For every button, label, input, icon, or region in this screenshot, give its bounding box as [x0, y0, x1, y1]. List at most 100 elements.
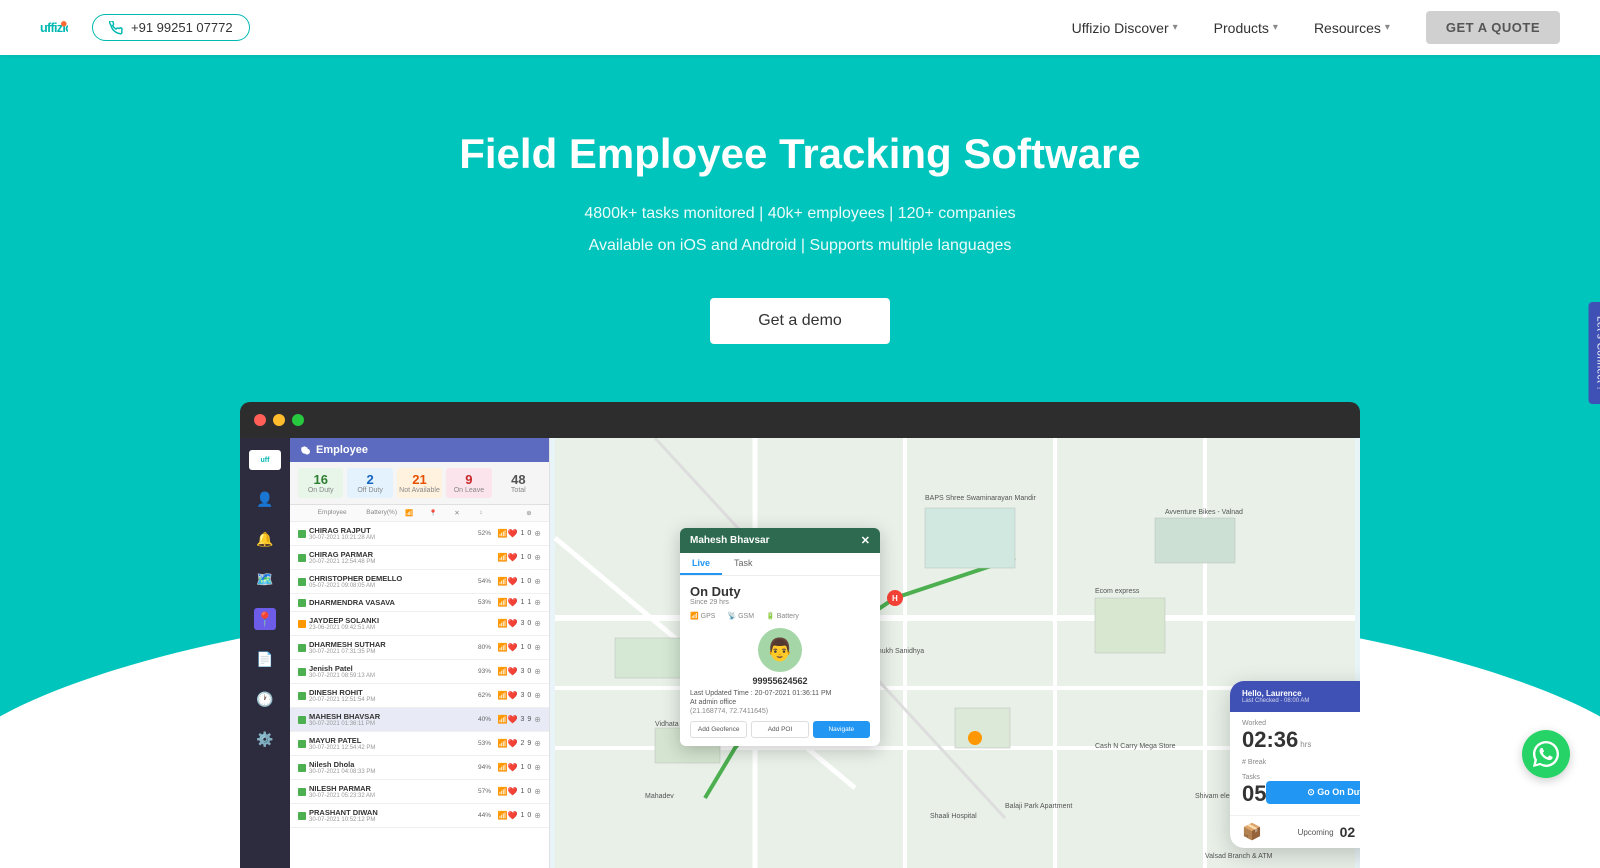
browser-maximize-dot: [292, 414, 304, 426]
svg-text:Balaji Park Apartment: Balaji Park Apartment: [1005, 803, 1072, 810]
add-geofence-button[interactable]: Add Geofence: [690, 721, 747, 738]
status-dot: [298, 716, 306, 724]
svg-text:Avventure Bikes - Valnad: Avventure Bikes - Valnad: [1165, 509, 1243, 516]
panel-label: Employee: [316, 444, 368, 456]
employee-columns: Employee Battery(%) 📶 📍 ✕ ↕ ⊕: [290, 505, 549, 522]
hero-section: Field Employee Tracking Software 4800k+ …: [0, 0, 1600, 808]
get-quote-button[interactable]: GET A QUOTE: [1426, 11, 1560, 44]
status-dot: [298, 620, 306, 628]
list-item[interactable]: CHRISTOPHER DEMELLO 05-07-2021 09:08:05 …: [290, 570, 549, 594]
list-item-selected[interactable]: MAHESH BHAVSAR 30-07-2021 01:36:11 PM 40…: [290, 708, 549, 732]
upcoming-row: 📦 Upcoming 02 View: [1230, 815, 1360, 848]
svg-text:H: H: [892, 594, 898, 603]
browser-body: uff 👤 🔔 🗺️ 📍 📄 🕐 ⚙️ Employee 16 O: [240, 438, 1360, 868]
sidebar-icon-location[interactable]: 📍: [254, 608, 276, 630]
list-item[interactable]: DHARMENDRA VASAVA 53% 📶❤️ 11 ⊕: [290, 594, 549, 612]
chevron-down-icon: ▾: [1273, 22, 1278, 33]
whatsapp-button[interactable]: [1522, 730, 1570, 778]
gps-indicator: 📶 GPS: [690, 612, 715, 620]
duty-status: On Duty: [690, 584, 870, 599]
stat-not-available: 21 Not Available: [397, 468, 442, 498]
list-item[interactable]: JAYDEEP SOLANKI 23-06-2021 09:42:51 AM 📶…: [290, 612, 549, 636]
employee-popup: Mahesh Bhavsar ✕ Live Task On Duty Since…: [680, 528, 880, 746]
popup-indicators: 📶 GPS 📡 GSM 🔋 Battery: [690, 612, 870, 620]
popup-tabs: Live Task: [680, 553, 880, 576]
sidebar-icon-document[interactable]: 📄: [254, 648, 276, 670]
list-item[interactable]: CHIRAG PARMAR 20-07-2021 12:54:48 PM 📶❤️…: [290, 546, 549, 570]
popup-last-updated: Last Updated Time : 20-07-2021 01:36:11 …: [690, 690, 870, 697]
sidebar-icon-map[interactable]: 🗺️: [254, 568, 276, 590]
list-item[interactable]: MAYUR PATEL 30-07-2021 12:54:42 PM 53% 📶…: [290, 732, 549, 756]
popup-close-icon[interactable]: ✕: [861, 534, 870, 547]
on-duty-button[interactable]: ⊙ Go On Duty: [1266, 781, 1360, 804]
sidebar-icon-settings[interactable]: ⚙️: [254, 728, 276, 750]
worked-unit: hrs: [1300, 740, 1311, 749]
nav-discover[interactable]: Uffizio Discover ▾: [1072, 20, 1178, 36]
demo-button[interactable]: Get a demo: [710, 298, 890, 344]
connect-tab[interactable]: Let's Connect !: [1589, 302, 1600, 404]
mobile-time-row: Worked 02:36 hrs & Distance 12.5 km: [1242, 720, 1360, 753]
browser-close-dot: [254, 414, 266, 426]
status-dot: [298, 812, 306, 820]
tab-live[interactable]: Live: [680, 553, 722, 575]
employee-panel: Employee 16 On Duty 2 Off Duty 21 Not Av…: [290, 438, 550, 868]
upcoming-number: 02: [1340, 824, 1356, 840]
browser-mockup: uff 👤 🔔 🗺️ 📍 📄 🕐 ⚙️ Employee 16 O: [240, 402, 1360, 868]
browser-chrome: [240, 402, 1360, 438]
upcoming-label: Upcoming: [1298, 828, 1334, 837]
nav-products[interactable]: Products ▾: [1214, 20, 1278, 36]
list-item[interactable]: NILESH PARMAR 30-07-2021 05:23:32 AM 57%…: [290, 780, 549, 804]
gsm-indicator: 📡 GSM: [727, 612, 754, 620]
status-dot: [298, 764, 306, 772]
employee-list[interactable]: CHIRAG RAJPUT 30-07-2021 10:21:28 AM 52%…: [290, 522, 549, 868]
list-item[interactable]: DINESH ROHIT 20-07-2021 12:51:54 PM 62% …: [290, 684, 549, 708]
status-dot: [298, 644, 306, 652]
svg-text:Valsad Branch & ATM: Valsad Branch & ATM: [1205, 853, 1273, 860]
app-sidebar: uff 👤 🔔 🗺️ 📍 📄 🕐 ⚙️: [240, 438, 290, 868]
sidebar-icon-bell[interactable]: 🔔: [254, 528, 276, 550]
sidebar-icon-clock[interactable]: 🕐: [254, 688, 276, 710]
mobile-card-body: Worked 02:36 hrs & Distance 12.5 km: [1230, 712, 1360, 815]
svg-text:Mahadev: Mahadev: [645, 793, 674, 800]
employee-panel-header: Employee: [290, 438, 549, 462]
list-item[interactable]: Nilesh Dhola 30-07-2021 04:08:33 PM 94% …: [290, 756, 549, 780]
sidebar-icon-person[interactable]: 👤: [254, 488, 276, 510]
list-item[interactable]: Jenish Patel 30-07-2021 08:59:13 AM 93% …: [290, 660, 549, 684]
svg-text:Shaali Hospital: Shaali Hospital: [930, 813, 977, 820]
status-dot: [298, 668, 306, 676]
popup-location: At admin office: [690, 699, 870, 706]
popup-header: Mahesh Bhavsar ✕: [680, 528, 880, 553]
svg-text:Cash N Carry Mega Store: Cash N Carry Mega Store: [1095, 743, 1176, 750]
add-poi-button[interactable]: Add POI: [751, 721, 808, 738]
navbar: uffizio +91 99251 07772 Uffizio Discover…: [0, 0, 1600, 55]
popup-phone: 99955624562: [690, 676, 870, 686]
popup-body: On Duty Since 29 hrs 📶 GPS 📡 GSM 🔋 Batte…: [680, 576, 880, 746]
mobile-app-card: Hello, Laurence Last Checked - 08:00 AM …: [1230, 681, 1360, 848]
status-dot: [298, 554, 306, 562]
upcoming-icon: 📦: [1242, 822, 1262, 842]
popup-coords: (21.168774, 72.7411645): [690, 708, 870, 715]
svg-text:Vidhata: Vidhata: [655, 721, 679, 728]
phone-number: +91 99251 07772: [131, 20, 233, 35]
stat-total: 48 Total: [496, 468, 541, 498]
list-item[interactable]: CHIRAG RAJPUT 30-07-2021 10:21:28 AM 52%…: [290, 522, 549, 546]
phone-button[interactable]: +91 99251 07772: [92, 14, 250, 41]
duty-since: Since 29 hrs: [690, 599, 870, 606]
svg-text:BAPS Shree Swaminarayan Mandir: BAPS Shree Swaminarayan Mandir: [925, 495, 1037, 502]
hero-subtitle: 4800k+ tasks monitored | 40k+ employees …: [584, 198, 1015, 262]
mobile-break-row: # Break 01:30 hrs: [1242, 759, 1360, 766]
app-logo: uff: [249, 450, 281, 470]
list-item[interactable]: DHARMESH SUTHAR 30-07-2021 07:31:35 PM 8…: [290, 636, 549, 660]
navigate-button[interactable]: Navigate: [813, 721, 870, 738]
tasks-number: 05: [1242, 781, 1266, 807]
tab-task[interactable]: Task: [722, 553, 765, 575]
worked-time: 02:36: [1242, 727, 1298, 753]
logo[interactable]: uffizio: [40, 14, 68, 42]
stat-on-leave: 9 On Leave: [446, 468, 491, 498]
status-dot: [298, 692, 306, 700]
battery-indicator: 🔋 Battery: [766, 612, 799, 620]
nav-links: Uffizio Discover ▾ Products ▾ Resources …: [1072, 11, 1560, 44]
browser-minimize-dot: [273, 414, 285, 426]
map-area[interactable]: BAPS Shree Swaminarayan Mandir Division …: [550, 438, 1360, 868]
nav-resources[interactable]: Resources ▾: [1314, 20, 1390, 36]
